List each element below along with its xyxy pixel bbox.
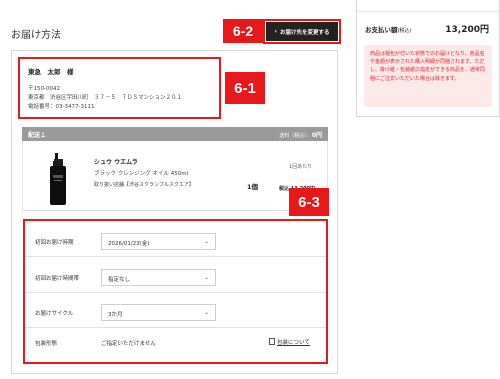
settings-row-cycle: お届けサイクル 3か月 ⌄: [25, 298, 326, 328]
page-title: お届け方法: [11, 30, 61, 41]
wrapping-value: ご指定いただけません: [101, 341, 156, 347]
change-address-button[interactable]: ‹ お届け先を変更する: [263, 19, 341, 44]
settings-row-wrapping: 包装形態 ご指定いただけません 包装について: [25, 328, 326, 358]
summary-divider: [357, 0, 499, 12]
phone-number: 電話番号：03-3477-3111: [28, 104, 95, 110]
recipient-name: 東急 太郎 様: [28, 68, 74, 76]
product-shop: 取り扱い店舗【渋谷スクランブルスクエア】: [94, 182, 194, 188]
annotation-tag-6-3: 6-3: [289, 188, 329, 216]
wrapping-info-text: 包装について: [277, 340, 310, 346]
document-icon: [269, 338, 275, 345]
time-slot-select[interactable]: 指定なし ⌄: [101, 269, 216, 286]
wrapping-label: 包装形態: [35, 341, 58, 347]
cycle-select[interactable]: 3か月 ⌄: [101, 304, 216, 321]
payment-amount: 13,200円: [445, 25, 489, 35]
payment-label: お支払い額(税込): [365, 24, 411, 34]
chevron-down-icon: ⌄: [203, 238, 209, 245]
cycle-label: お届けサイクル: [35, 311, 74, 317]
packaging-notice: 商品は梱包が付いた状態でのお届けとなり、商品名や金額が表示された購入明細が同梱さ…: [364, 45, 492, 107]
wrapping-info-link[interactable]: 包装について: [269, 338, 310, 346]
chevron-down-icon: ⌄: [203, 309, 209, 316]
shipping-fee: 送料（税込）：0円: [279, 130, 322, 139]
time-slot-value: 指定なし: [108, 277, 131, 283]
shipping-fee-value: 0円: [311, 132, 322, 139]
postal-code: 〒150-0042: [28, 86, 60, 92]
address-block: 東急 太郎 様 〒150-0042 東京都 渋谷区宇田川町 ３７－５ ＴＤＳマン…: [18, 57, 221, 119]
first-date-select[interactable]: 2026/01/23(金) ⌄: [101, 233, 216, 250]
product-unit-label: 1回あたり: [289, 164, 313, 170]
chevron-left-icon: ‹: [274, 28, 277, 35]
payment-summary: お支払い額(税込) 13,200円 商品は梱包が付いた状態でのお届けとなり、商品…: [356, 0, 500, 117]
product-description: ブラック クレンジング オイル 450ml: [94, 171, 189, 177]
street-address: 東京都 渋谷区宇田川町 ３７－５ ＴＤＳマンション２０１: [28, 95, 183, 101]
change-address-label: お届け先を変更する: [279, 29, 330, 36]
product-brand: シュウ ウエムラ: [94, 159, 138, 166]
delivery-settings: 初回お届け時期 2026/01/23(金) ⌄ 初回お届け時間帯 指定なし ⌄ …: [23, 219, 328, 364]
product-image: [50, 153, 66, 205]
payment-label-text: お支払い額: [365, 26, 398, 34]
delivery-label: 配送１: [28, 132, 47, 139]
first-date-value: 2026/01/23(金): [108, 241, 150, 247]
annotation-tag-6-2: 6-2: [223, 19, 263, 43]
cycle-value: 3か月: [108, 312, 123, 318]
product-row: シュウ ウエムラ ブラック クレンジング オイル 450ml 取り扱い店舗【渋谷…: [22, 141, 328, 211]
chevron-down-icon: ⌄: [203, 274, 209, 281]
first-date-label: 初回お届け時期: [35, 240, 74, 246]
shipping-fee-label: 送料（税込）：: [279, 133, 312, 139]
time-slot-label: 初回お届け時間帯: [35, 276, 80, 282]
annotation-tag-6-1: 6-1: [225, 72, 265, 104]
delivery-header: 配送１ 送料（税込）：0円: [22, 127, 328, 141]
payment-tax-label: (税込): [397, 28, 412, 34]
settings-row-first-date: 初回お届け時期 2026/01/23(金) ⌄: [25, 227, 326, 257]
settings-row-time-slot: 初回お届け時間帯 指定なし ⌄: [25, 263, 326, 293]
product-quantity: 1個: [247, 183, 259, 191]
